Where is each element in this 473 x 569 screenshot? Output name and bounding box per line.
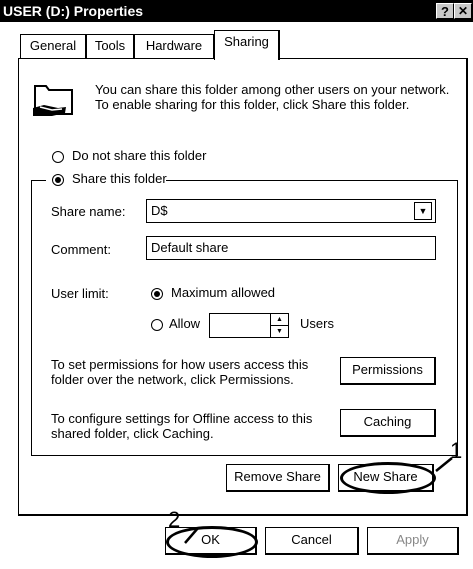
new-share-button[interactable]: New Share <box>338 464 434 492</box>
permissions-button[interactable]: Permissions <box>340 357 436 385</box>
spin-down-icon[interactable]: ▼ <box>271 326 288 337</box>
users-label: Users <box>300 316 334 331</box>
share-name-dropdown[interactable]: D$ <box>146 199 436 223</box>
annotation-number-2: 2 <box>168 507 181 532</box>
caching-button[interactable]: Caching <box>340 409 436 437</box>
close-button[interactable]: ✕ <box>454 3 472 19</box>
maximum-allowed-label[interactable]: Maximum allowed <box>171 285 275 300</box>
share-this-label[interactable]: Share this folder <box>72 171 167 186</box>
user-limit-label: User limit: <box>51 286 109 301</box>
tab-general[interactable]: General <box>20 34 86 58</box>
allow-users-input[interactable] <box>209 313 271 338</box>
window-title: USER (D:) Properties <box>3 3 144 19</box>
comment-label: Comment: <box>51 242 111 257</box>
permissions-text: To set permissions for how users access … <box>51 357 309 387</box>
remove-share-button[interactable]: Remove Share <box>226 464 330 492</box>
share-name-value: D$ <box>151 203 168 218</box>
cancel-button[interactable]: Cancel <box>265 527 359 555</box>
maximum-allowed-radio[interactable] <box>151 288 163 300</box>
caching-text: To configure settings for Offline access… <box>51 411 313 441</box>
help-button[interactable]: ? <box>436 3 454 19</box>
do-not-share-label[interactable]: Do not share this folder <box>72 148 206 163</box>
allow-label[interactable]: Allow <box>169 316 200 331</box>
shared-folder-icon <box>33 85 73 116</box>
tab-hardware[interactable]: Hardware <box>134 34 214 58</box>
title-bar: USER (D:) Properties <box>0 0 473 22</box>
do-not-share-radio[interactable] <box>52 151 64 163</box>
allow-radio[interactable] <box>151 319 163 331</box>
share-name-label: Share name: <box>51 204 126 219</box>
sharing-intro-text: You can share this folder among other us… <box>95 82 450 112</box>
comment-value: Default share <box>151 240 229 255</box>
apply-button[interactable]: Apply <box>367 527 459 555</box>
share-this-radio[interactable] <box>52 174 64 186</box>
spin-up-icon[interactable]: ▲ <box>271 314 288 326</box>
annotation-number-1: 1 <box>450 438 463 463</box>
comment-input[interactable]: Default share <box>146 236 436 260</box>
dropdown-arrow-icon[interactable]: ▼ <box>414 202 432 220</box>
tab-tools[interactable]: Tools <box>86 34 134 58</box>
users-spinner[interactable]: ▲ ▼ <box>271 313 289 338</box>
tab-sharing[interactable]: Sharing <box>214 30 280 60</box>
